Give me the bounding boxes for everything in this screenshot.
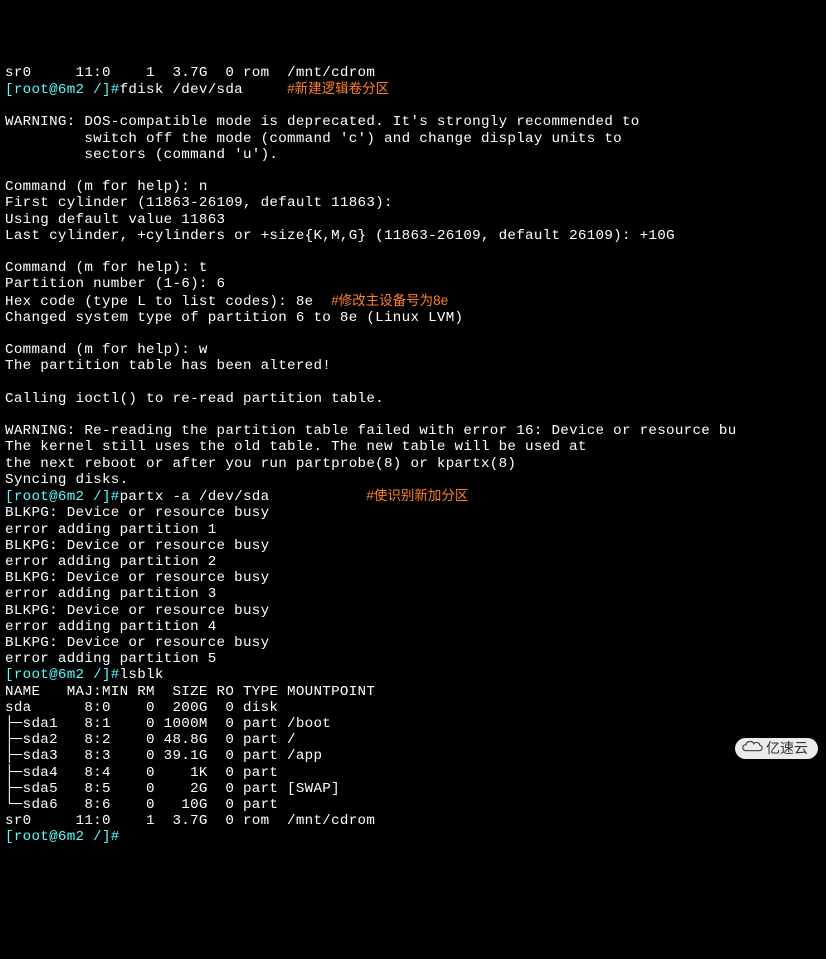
shell-prompt: [root@6m2 /]# (5, 489, 120, 505)
watermark-text: 亿速云 (766, 740, 808, 756)
lsblk-row: ├─sda5 8:5 0 2G 0 part [SWAP] (5, 781, 340, 797)
command-text: fdisk /dev/sda (120, 82, 243, 98)
cloud-icon (741, 740, 763, 757)
fdisk-output: WARNING: DOS-compatible mode is deprecat… (5, 114, 675, 309)
lsblk-row: sr0 11:0 1 3.7G 0 rom /mnt/cdrom (5, 813, 375, 829)
lsblk-row: ├─sda2 8:2 0 48.8G 0 part / (5, 732, 296, 748)
watermark-badge: 亿速云 (735, 738, 818, 759)
lsblk-row: sr0 11:0 1 3.7G 0 rom /mnt/cdrom (5, 65, 375, 81)
lsblk-row: ├─sda3 8:3 0 39.1G 0 part /app (5, 748, 322, 764)
command-text: lsblk (120, 667, 164, 683)
lsblk-row: └─sda6 8:6 0 10G 0 part (5, 797, 278, 813)
command-text: partx -a /dev/sda (120, 489, 270, 505)
fdisk-output: Changed system type of partition 6 to 8e… (5, 310, 737, 488)
lsblk-row: sda 8:0 0 200G 0 disk (5, 700, 278, 716)
partx-output: BLKPG: Device or resource busy error add… (5, 505, 269, 667)
annotation: #修改主设备号为8e (331, 293, 448, 308)
lsblk-header: NAME MAJ:MIN RM SIZE RO TYPE MOUNTPOINT (5, 684, 375, 700)
shell-prompt: [root@6m2 /]# (5, 82, 120, 98)
annotation: #使识别新加分区 (366, 488, 468, 503)
annotation: #新建逻辑卷分区 (287, 81, 389, 96)
terminal-output[interactable]: sr0 11:0 1 3.7G 0 rom /mnt/cdrom [root@6… (0, 65, 826, 846)
shell-prompt: [root@6m2 /]# (5, 667, 120, 683)
lsblk-row: ├─sda1 8:1 0 1000M 0 part /boot (5, 716, 331, 732)
shell-prompt: [root@6m2 /]# (5, 829, 120, 845)
